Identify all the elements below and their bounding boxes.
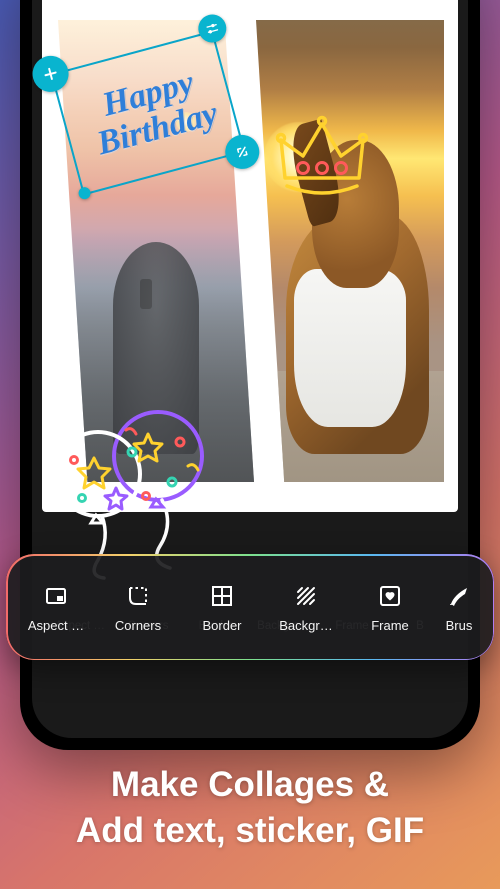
- aspect-ratio-icon: [42, 582, 70, 610]
- frame-icon: [376, 582, 404, 610]
- crown-neon-sticker[interactable]: [267, 106, 377, 206]
- brush-icon: [445, 582, 473, 610]
- tool-border[interactable]: Border: [180, 582, 264, 633]
- plus-icon: [40, 63, 62, 85]
- headline-line-1: Make Collages &: [16, 762, 484, 808]
- border-icon: [208, 582, 236, 610]
- tool-label: Frame: [371, 618, 409, 633]
- background-icon: [292, 582, 320, 610]
- sliders-icon: [203, 19, 223, 39]
- corners-icon: [124, 582, 152, 610]
- text-sticker-content[interactable]: Happy Birthday: [60, 36, 246, 188]
- toolbar-primary: Aspect … Corners Border Backgr… Frame Br…: [6, 554, 494, 660]
- tool-label: Backgr…: [279, 618, 332, 633]
- photo-dog-sunset: [256, 20, 444, 482]
- tool-label: Border: [202, 618, 241, 633]
- tool-label: Aspect …: [28, 618, 84, 633]
- tool-label: Corners: [115, 618, 161, 633]
- tool-background[interactable]: Backgr…: [264, 582, 348, 633]
- tool-frame[interactable]: Frame: [348, 582, 432, 633]
- marketing-headline: Make Collages & Add text, sticker, GIF: [0, 762, 500, 853]
- tool-aspect-ratio[interactable]: Aspect …: [16, 582, 96, 633]
- resize-icon: [231, 141, 253, 163]
- tool-label: Brus: [446, 618, 473, 633]
- balloons-neon-sticker[interactable]: [32, 400, 230, 580]
- tool-corners[interactable]: Corners: [96, 582, 180, 633]
- tool-brush[interactable]: Brus: [432, 582, 486, 633]
- headline-line-2: Add text, sticker, GIF: [16, 808, 484, 854]
- collage-cell-right[interactable]: [256, 20, 444, 482]
